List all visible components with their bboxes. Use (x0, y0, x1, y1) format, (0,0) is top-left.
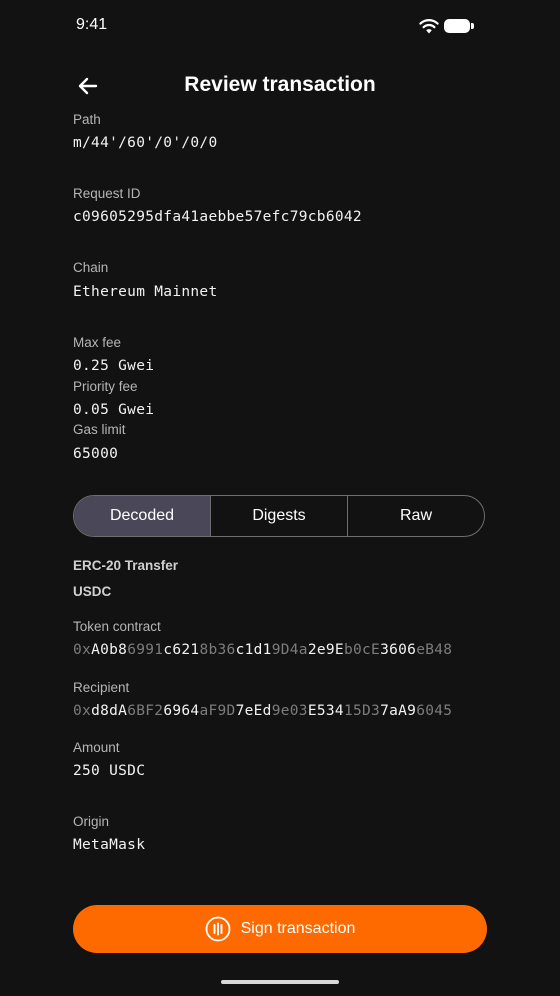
decoded-type: ERC-20 Transfer (73, 558, 179, 573)
sign-transaction-label: Sign transaction (240, 920, 356, 937)
amount-value: 250 USDC (73, 763, 146, 779)
chain-label: Chain (73, 260, 109, 275)
tab-decoded[interactable]: Decoded (74, 496, 210, 536)
recipient-label: Recipient (73, 680, 130, 695)
page-title: Review transaction (184, 73, 376, 96)
sign-transaction-button[interactable]: Sign transaction (73, 905, 487, 953)
chain-value: Ethereum Mainnet (73, 284, 218, 300)
status-bar: 9:41 (0, 0, 560, 52)
wifi-icon (419, 19, 439, 34)
gas-limit-label: Gas limit (73, 422, 126, 437)
priority-fee-value: 0.05 Gwei (73, 402, 155, 418)
max-fee-value: 0.25 Gwei (73, 358, 155, 374)
decoded-token: USDC (73, 584, 112, 599)
path-value: m/44'/60'/0'/0/0 (73, 135, 218, 151)
origin-value: MetaMask (73, 837, 146, 853)
gas-limit-value: 65000 (73, 446, 119, 462)
header: Review transaction (0, 64, 560, 108)
path-label: Path (73, 112, 101, 127)
token-contract-label: Token contract (73, 619, 161, 634)
home-indicator (221, 980, 339, 984)
recipient-value: 0xd8dA6BF26964aF9D7eEd9e03E53415D37aA960… (73, 703, 453, 719)
status-time: 9:41 (76, 16, 108, 33)
token-contract-value: 0xA0b86991c6218b36c1d19D4a2e9Eb0cE3606eB… (73, 642, 453, 658)
request-id-label: Request ID (73, 186, 141, 201)
tab-raw[interactable]: Raw (347, 496, 484, 536)
signal-icon (205, 916, 231, 942)
origin-label: Origin (73, 814, 110, 829)
view-tabs: Decoded Digests Raw (73, 495, 485, 537)
request-id-value: c09605295dfa41aebbe57efc79cb6042 (73, 209, 362, 225)
battery-icon (444, 19, 474, 33)
priority-fee-label: Priority fee (73, 379, 138, 394)
tab-digests[interactable]: Digests (210, 496, 347, 536)
max-fee-label: Max fee (73, 335, 122, 350)
amount-label: Amount (73, 740, 120, 755)
